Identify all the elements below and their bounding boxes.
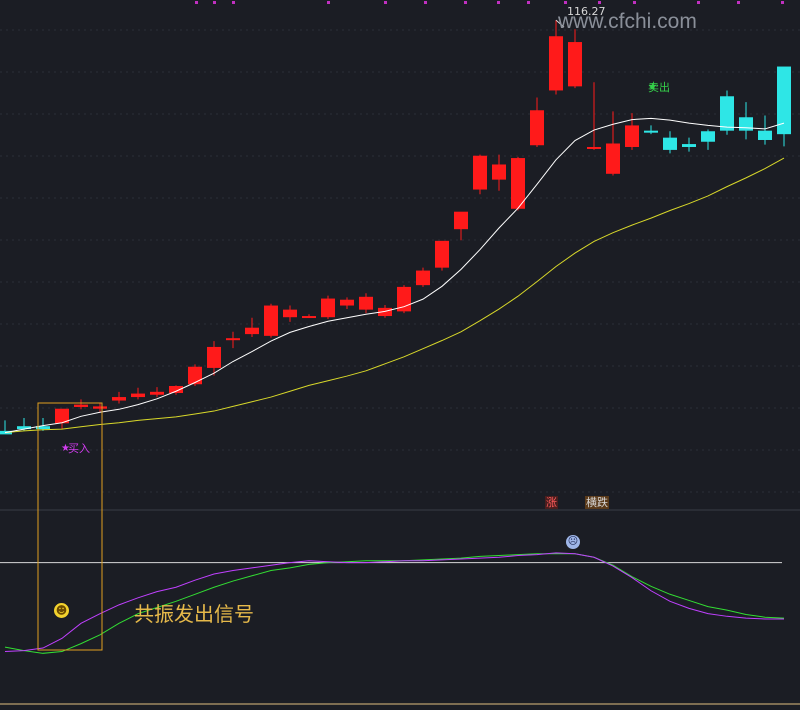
top-dot — [497, 1, 500, 4]
candle-body — [435, 240, 449, 268]
candle-body — [245, 327, 259, 335]
resonance-signal-text: 共振发出信号 — [134, 602, 254, 626]
candle-body — [606, 143, 620, 174]
candle-body — [283, 309, 297, 318]
top-dot — [633, 1, 636, 4]
candle-body — [549, 36, 563, 91]
candle-body — [321, 298, 335, 318]
candle-body — [454, 211, 468, 230]
top-marker-dots — [195, 1, 784, 4]
buy-signal-label: 买入 — [68, 442, 90, 455]
candle-body — [568, 42, 582, 87]
oscillator-fast-line — [4, 552, 784, 653]
top-dot — [598, 1, 601, 4]
candle-body — [207, 346, 221, 368]
top-dot — [781, 1, 784, 4]
candle-body — [74, 404, 88, 407]
candle-body — [131, 393, 145, 398]
candlestick-series — [0, 20, 791, 435]
top-dot — [527, 1, 530, 4]
sell-signal-label: 卖出 — [648, 81, 670, 94]
candle-body — [416, 270, 430, 286]
candle-body — [511, 158, 525, 209]
candle-body — [112, 397, 126, 401]
signal-markers: ★★ — [61, 19, 657, 454]
candle-body — [188, 366, 202, 385]
candle-body — [587, 146, 601, 149]
stock-chart: ★★ — [0, 1, 800, 705]
top-dot — [327, 1, 330, 4]
fall-tag: 横跌 — [585, 496, 609, 509]
top-dot — [424, 1, 427, 4]
candle-body — [150, 391, 164, 395]
smiley-face-icon: ☻ — [54, 603, 69, 618]
sad-face-icon: ☹ — [566, 535, 580, 549]
candle-body — [720, 96, 734, 131]
top-dot — [737, 1, 740, 4]
rise-tag: 涨 — [545, 496, 558, 509]
candle-body — [682, 144, 696, 147]
top-dot — [464, 1, 467, 4]
candle-body — [340, 299, 354, 306]
candle-body — [359, 296, 373, 310]
candle-body — [663, 137, 677, 150]
top-dot — [195, 1, 198, 4]
candle-body — [777, 66, 791, 135]
top-dot — [232, 1, 235, 4]
candle-body — [93, 406, 107, 409]
candle-body — [226, 338, 240, 341]
top-dot — [564, 1, 567, 4]
candle-body — [530, 110, 544, 146]
top-dot — [697, 1, 700, 4]
peak-price-label: 116.27 — [567, 5, 606, 18]
candle-body — [644, 130, 658, 133]
candle-body — [302, 316, 316, 319]
candle-body — [264, 305, 278, 336]
top-dot — [384, 1, 387, 4]
candle-body — [739, 117, 753, 131]
candle-body — [701, 131, 715, 142]
top-dot — [213, 1, 216, 4]
candle-body — [473, 155, 487, 190]
candle-body — [758, 130, 772, 140]
moving-average-short-line — [4, 117, 785, 434]
moving-average-long-line — [4, 157, 785, 434]
candle-body — [492, 164, 506, 180]
candle-body — [625, 125, 639, 147]
